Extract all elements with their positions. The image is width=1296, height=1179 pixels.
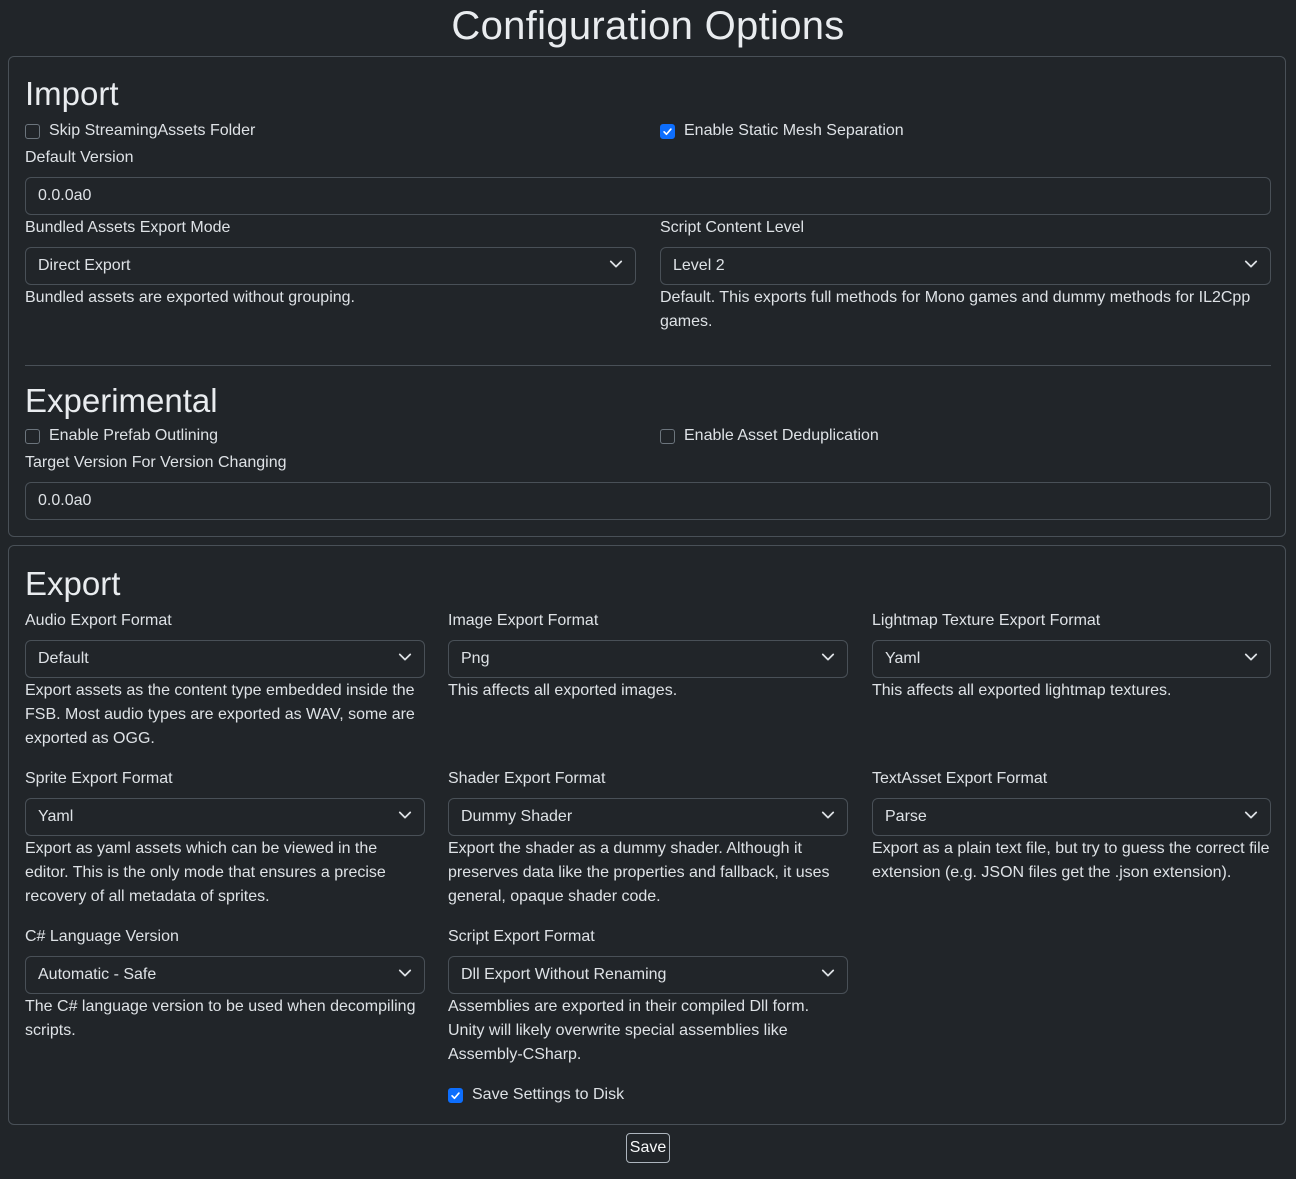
chevron-down-icon (1244, 650, 1258, 669)
chevron-down-icon (398, 808, 412, 827)
chevron-down-icon (398, 966, 412, 985)
select-value: Dll Export Without Renaming (461, 966, 667, 983)
sprite-format-help: Export as yaml assets which can be viewe… (25, 840, 386, 905)
default-version-input[interactable]: 0.0.0a0 (25, 177, 1271, 215)
checkbox-box[interactable] (25, 123, 40, 139)
sprite-format-label: Sprite Export Format (25, 770, 173, 787)
bundled-mode-select[interactable]: Direct Export (25, 247, 636, 285)
script-format-help: Assemblies are exported in their compile… (448, 998, 810, 1063)
chevron-down-icon (821, 966, 835, 985)
lightmap-format-select[interactable]: Yaml (872, 640, 1271, 678)
textasset-format-select[interactable]: Parse (872, 798, 1271, 836)
checkbox-box[interactable] (660, 428, 675, 444)
import-card: Import Skip StreamingAssets Folder Enabl… (8, 56, 1286, 537)
image-format-help: This affects all exported images. (448, 682, 678, 699)
select-value: Png (461, 650, 490, 667)
export-card: Export Audio Export Format Default Expor… (8, 545, 1286, 1125)
select-value: Yaml (38, 808, 74, 825)
script-level-select[interactable]: Level 2 (660, 247, 1271, 285)
checkbox-label: Enable Static Mesh Separation (684, 122, 904, 139)
checkbox-label: Enable Asset Deduplication (684, 427, 879, 444)
select-value: Level 2 (673, 257, 725, 274)
section-divider (25, 365, 1271, 366)
checkbox-label: Skip StreamingAssets Folder (49, 122, 256, 139)
select-value: Direct Export (38, 257, 131, 274)
select-value: Dummy Shader (461, 808, 573, 825)
import-section-title: Import (25, 75, 119, 112)
csharp-version-select[interactable]: Automatic - Safe (25, 956, 425, 994)
image-format-label: Image Export Format (448, 612, 599, 629)
script-level-help: Default. This exports full methods for M… (660, 289, 1251, 330)
checkbox-box[interactable] (25, 428, 40, 444)
select-value: Automatic - Safe (38, 966, 157, 983)
input-value: 0.0.0a0 (38, 492, 92, 509)
bundled-mode-label: Bundled Assets Export Mode (25, 219, 231, 236)
chevron-down-icon (821, 650, 835, 669)
input-value: 0.0.0a0 (38, 187, 92, 204)
audio-format-label: Audio Export Format (25, 612, 172, 629)
checkbox-label: Enable Prefab Outlining (49, 427, 218, 444)
prefab-outlining-checkbox[interactable]: Enable Prefab Outlining (25, 427, 218, 445)
bundled-mode-help: Bundled assets are exported without grou… (25, 289, 355, 306)
select-value: Yaml (885, 650, 921, 667)
shader-format-help: Export the shader as a dummy shader. Alt… (448, 840, 830, 905)
script-format-label: Script Export Format (448, 928, 595, 945)
checkmark-icon (451, 1091, 460, 1099)
chevron-down-icon (1244, 808, 1258, 827)
textasset-format-label: TextAsset Export Format (872, 770, 1048, 787)
chevron-down-icon (821, 808, 835, 827)
select-value: Default (38, 650, 89, 667)
shader-format-select[interactable]: Dummy Shader (448, 798, 848, 836)
script-format-select[interactable]: Dll Export Without Renaming (448, 956, 848, 994)
experimental-section-title: Experimental (25, 382, 218, 419)
save-settings-checkbox[interactable]: Save Settings to Disk (448, 1086, 624, 1104)
audio-format-select[interactable]: Default (25, 640, 425, 678)
chevron-down-icon (1244, 257, 1258, 276)
skip-streaming-assets-checkbox[interactable]: Skip StreamingAssets Folder (25, 122, 255, 140)
textasset-format-help: Export as a plain text file, but try to … (872, 840, 1270, 881)
chevron-down-icon (398, 650, 412, 669)
page-title: Configuration Options (451, 4, 845, 48)
default-version-label: Default Version (25, 149, 134, 166)
csharp-version-help: The C# language version to be used when … (25, 998, 416, 1039)
audio-format-help: Export assets as the content type embedd… (25, 682, 415, 747)
sprite-format-select[interactable]: Yaml (25, 798, 425, 836)
checkbox-box[interactable] (448, 1087, 463, 1103)
checkbox-box[interactable] (660, 123, 675, 139)
image-format-select[interactable]: Png (448, 640, 848, 678)
static-mesh-separation-checkbox[interactable]: Enable Static Mesh Separation (660, 122, 904, 140)
csharp-version-label: C# Language Version (25, 928, 179, 945)
lightmap-format-help: This affects all exported lightmap textu… (872, 682, 1172, 699)
script-level-label: Script Content Level (660, 219, 805, 236)
asset-deduplication-checkbox[interactable]: Enable Asset Deduplication (660, 427, 879, 445)
checkmark-icon (663, 127, 672, 135)
target-version-input[interactable]: 0.0.0a0 (25, 482, 1271, 520)
save-button[interactable]: Save (626, 1133, 670, 1163)
checkbox-label: Save Settings to Disk (472, 1086, 625, 1103)
export-section-title: Export (25, 565, 121, 602)
select-value: Parse (885, 808, 927, 825)
target-version-label: Target Version For Version Changing (25, 454, 287, 471)
lightmap-format-label: Lightmap Texture Export Format (872, 612, 1101, 629)
shader-format-label: Shader Export Format (448, 770, 606, 787)
chevron-down-icon (609, 257, 623, 276)
